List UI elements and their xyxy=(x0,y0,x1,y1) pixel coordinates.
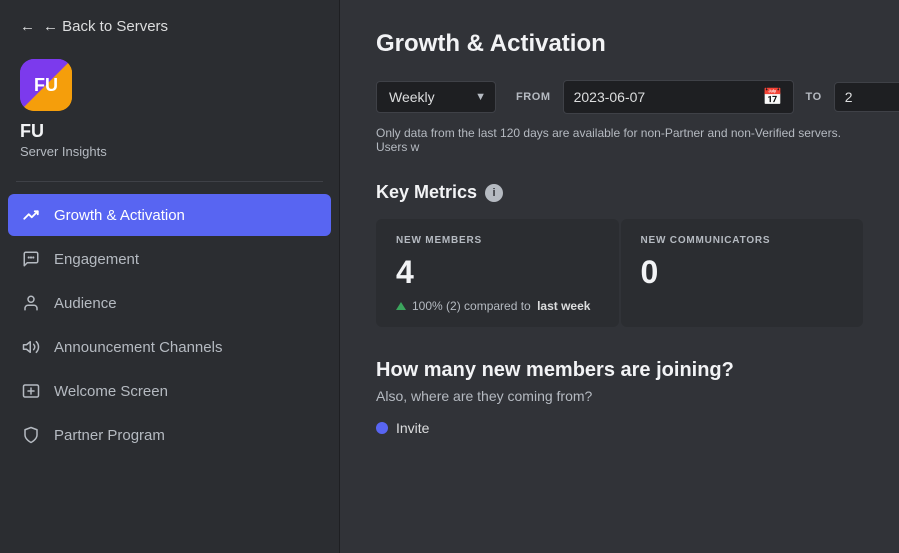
engagement-icon xyxy=(20,248,42,270)
data-notice: Only data from the last 120 days are ava… xyxy=(376,126,863,154)
filters-row: Weekly Daily Monthly ▼ FROM 📅 TO xyxy=(376,80,863,114)
sidebar-item-growth[interactable]: Growth & Activation xyxy=(8,194,331,236)
sidebar: ← ← Back to Servers FU FU Server Insight… xyxy=(0,0,340,553)
new-communicators-label: NEW COMMUNICATORS xyxy=(641,235,844,246)
server-icon: FU xyxy=(20,59,72,111)
trend-up-icon xyxy=(396,302,406,310)
server-name: FU xyxy=(20,121,44,142)
joining-section-title: How many new members are joining? xyxy=(376,359,863,382)
sidebar-item-engagement-label: Engagement xyxy=(54,251,139,268)
calendar-icon: 📅 xyxy=(763,87,783,107)
from-date-input[interactable] xyxy=(574,89,755,105)
sidebar-divider xyxy=(16,181,323,182)
key-metrics-title: Key Metrics i xyxy=(376,182,863,203)
period-select-wrapper: Weekly Daily Monthly ▼ xyxy=(376,81,496,113)
metric-card-new-members: NEW MEMBERS 4 100% (2) compared to last … xyxy=(376,219,619,327)
announcement-icon xyxy=(20,336,42,358)
partner-icon xyxy=(20,424,42,446)
sidebar-item-announcement-label: Announcement Channels xyxy=(54,339,222,356)
main-content: Growth & Activation Weekly Daily Monthly… xyxy=(340,0,899,553)
sidebar-item-announcement[interactable]: Announcement Channels xyxy=(8,326,331,368)
sidebar-item-audience-label: Audience xyxy=(54,295,117,312)
growth-icon xyxy=(20,204,42,226)
back-to-servers-label: ← Back to Servers xyxy=(43,18,168,35)
sidebar-item-partner-label: Partner Program xyxy=(54,427,165,444)
period-select[interactable]: Weekly Daily Monthly xyxy=(376,81,496,113)
new-communicators-value: 0 xyxy=(641,254,844,291)
sidebar-nav: Growth & Activation Engagement Audie xyxy=(0,190,339,553)
metrics-row: NEW MEMBERS 4 100% (2) compared to last … xyxy=(376,219,863,327)
key-metrics-info-icon[interactable]: i xyxy=(485,184,503,202)
to-date-input[interactable] xyxy=(845,89,899,105)
sidebar-item-engagement[interactable]: Engagement xyxy=(8,238,331,280)
new-members-label: NEW MEMBERS xyxy=(396,235,599,246)
to-date-wrapper xyxy=(834,82,899,112)
back-to-servers-button[interactable]: ← ← Back to Servers xyxy=(0,0,339,49)
new-members-change: 100% (2) compared to last week xyxy=(396,299,599,313)
invite-legend-label: Invite xyxy=(396,420,429,436)
welcome-icon xyxy=(20,380,42,402)
change-text: 100% (2) compared to last week xyxy=(412,299,590,313)
sidebar-item-growth-label: Growth & Activation xyxy=(54,207,185,224)
server-subtitle: Server Insights xyxy=(20,144,107,159)
sidebar-item-audience[interactable]: Audience xyxy=(8,282,331,324)
metric-card-new-communicators: NEW COMMUNICATORS 0 xyxy=(621,219,864,327)
back-arrow-icon: ← xyxy=(20,18,35,35)
sidebar-item-welcome-label: Welcome Screen xyxy=(54,383,168,400)
joining-section-subtitle: Also, where are they coming from? xyxy=(376,388,863,404)
new-members-value: 4 xyxy=(396,254,599,291)
page-title: Growth & Activation xyxy=(376,30,863,58)
invite-legend-dot xyxy=(376,422,388,434)
from-date-wrapper: 📅 xyxy=(563,80,794,114)
audience-icon xyxy=(20,292,42,314)
sidebar-item-partner[interactable]: Partner Program xyxy=(8,414,331,456)
legend-row: Invite xyxy=(376,420,863,436)
to-label: TO xyxy=(806,91,822,103)
from-label: FROM xyxy=(516,91,551,103)
sidebar-item-welcome[interactable]: Welcome Screen xyxy=(8,370,331,412)
server-info: FU FU Server Insights xyxy=(0,49,339,177)
